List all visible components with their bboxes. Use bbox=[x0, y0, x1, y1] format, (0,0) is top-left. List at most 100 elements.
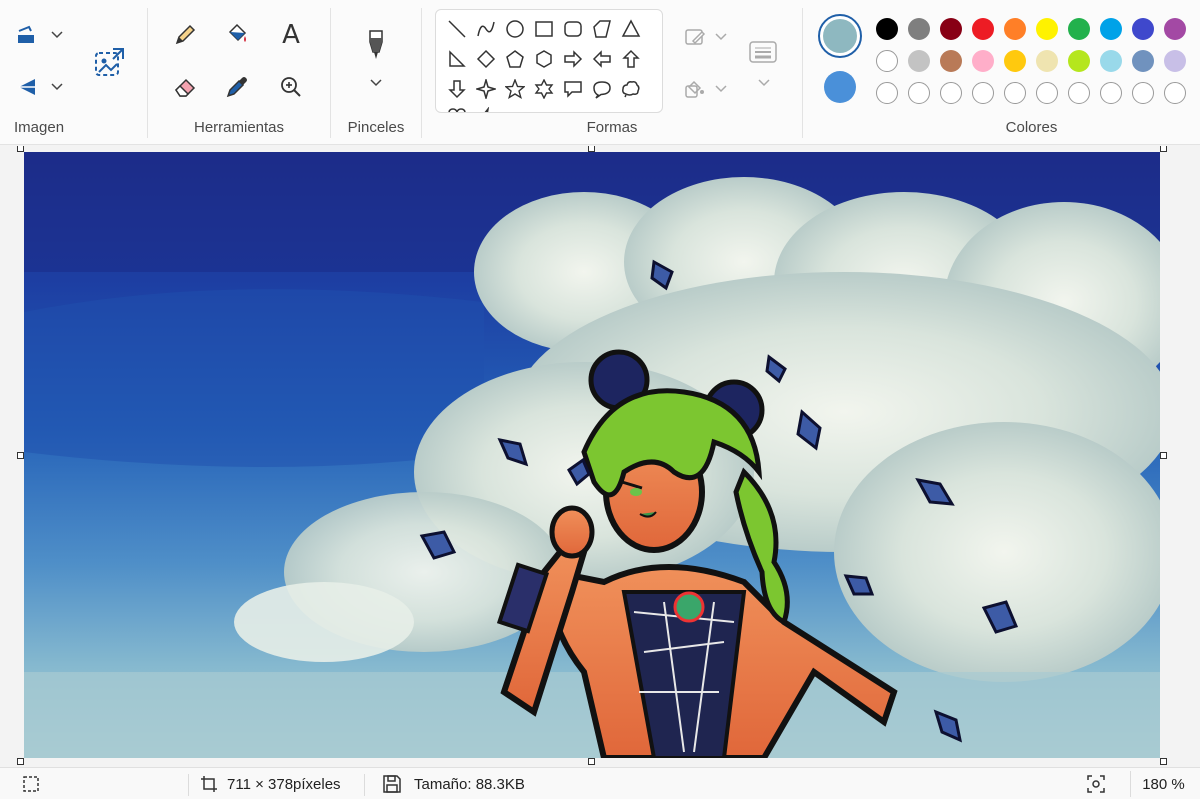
color-swatch-r3-8[interactable] bbox=[1132, 82, 1154, 104]
oval-shape-button[interactable] bbox=[502, 16, 528, 42]
resize-handle-left[interactable] bbox=[17, 452, 24, 459]
select-dropdown-chevron[interactable] bbox=[50, 28, 64, 42]
left-arrow-shape-button[interactable] bbox=[589, 46, 615, 72]
rotate-dropdown-chevron[interactable] bbox=[50, 80, 64, 94]
right-arrow-shape-button[interactable] bbox=[560, 46, 586, 72]
resize-handle-bottom[interactable] bbox=[588, 758, 595, 765]
curve-shape-button[interactable] bbox=[473, 16, 499, 42]
polygon-shape-button[interactable] bbox=[589, 16, 615, 42]
stroke-size-button[interactable] bbox=[746, 36, 780, 70]
four-point-star-shape-button[interactable] bbox=[473, 76, 499, 102]
color-swatch-r1-1[interactable] bbox=[908, 18, 930, 40]
color-swatch-r1-4[interactable] bbox=[1004, 18, 1026, 40]
rounded-rectangle-shape-button[interactable] bbox=[560, 16, 586, 42]
brushes-dropdown-chevron[interactable] bbox=[369, 76, 383, 90]
text-tool-button[interactable]: A bbox=[274, 18, 308, 52]
pencil-tool-button[interactable] bbox=[168, 18, 202, 52]
resize-handle-top[interactable] bbox=[588, 146, 595, 152]
lightning-shape-button[interactable] bbox=[473, 104, 499, 112]
color-swatch-r2-0[interactable] bbox=[876, 50, 898, 72]
color-swatch-r1-3[interactable] bbox=[972, 18, 994, 40]
five-point-star-shape-button[interactable] bbox=[502, 76, 528, 102]
color-swatch-r2-5[interactable] bbox=[1036, 50, 1058, 72]
fit-to-window-button[interactable] bbox=[1086, 768, 1106, 799]
chevron-down-icon bbox=[51, 31, 63, 39]
cloud-callout-shape-button[interactable] bbox=[618, 76, 644, 102]
eyedropper-icon bbox=[226, 77, 247, 98]
color-swatch-r1-2[interactable] bbox=[940, 18, 962, 40]
callout-cloud-icon bbox=[622, 81, 640, 98]
stroke-size-dropdown-chevron[interactable] bbox=[757, 76, 771, 90]
star-six-icon bbox=[534, 79, 554, 99]
color-swatch-r2-3[interactable] bbox=[972, 50, 994, 72]
color-swatch-r2-8[interactable] bbox=[1132, 50, 1154, 72]
heart-shape-button[interactable] bbox=[444, 104, 470, 112]
fill-dropdown-chevron[interactable] bbox=[714, 82, 728, 96]
chevron-down-icon bbox=[715, 33, 727, 41]
zoom-level-dropdown[interactable]: 180 % bbox=[1130, 771, 1196, 797]
brush-icon bbox=[369, 30, 383, 59]
color-swatch-r3-4[interactable] bbox=[1004, 82, 1026, 104]
color-swatch-r2-4[interactable] bbox=[1004, 50, 1026, 72]
resize-handle-right[interactable] bbox=[1160, 452, 1167, 459]
chevron-down-icon bbox=[370, 79, 382, 87]
color-swatch-r3-9[interactable] bbox=[1164, 82, 1186, 104]
triangle-shape-button[interactable] bbox=[618, 16, 644, 42]
resize-handle-bottom-left[interactable] bbox=[17, 758, 24, 765]
hexagon-shape-button[interactable] bbox=[531, 46, 557, 72]
drawing-canvas[interactable] bbox=[24, 152, 1160, 758]
color-swatch-r1-9[interactable] bbox=[1164, 18, 1186, 40]
rectangle-shape-button[interactable] bbox=[531, 16, 557, 42]
magnifier-tool-button[interactable] bbox=[274, 70, 308, 104]
brushes-button[interactable] bbox=[359, 28, 393, 62]
diamond-shape-button[interactable] bbox=[473, 46, 499, 72]
resize-handle-top-right[interactable] bbox=[1160, 146, 1167, 152]
shape-fill-button[interactable] bbox=[678, 72, 712, 106]
fill-tool-button[interactable] bbox=[220, 18, 254, 52]
rectangle-icon bbox=[535, 21, 553, 37]
color-swatch-r1-6[interactable] bbox=[1068, 18, 1090, 40]
color-swatch-r1-7[interactable] bbox=[1100, 18, 1122, 40]
color-swatch-r1-0[interactable] bbox=[876, 18, 898, 40]
color-swatch-r2-9[interactable] bbox=[1164, 50, 1186, 72]
color-swatch-r1-8[interactable] bbox=[1132, 18, 1154, 40]
color-swatch-r3-3[interactable] bbox=[972, 82, 994, 104]
status-bar: 711 × 378píxeles Tamaño: 88.3KB 180 % bbox=[0, 767, 1200, 799]
primary-color-swatch bbox=[823, 19, 857, 53]
resize-handle-top-left[interactable] bbox=[17, 146, 24, 152]
rotate-tool-button[interactable] bbox=[10, 70, 44, 104]
select-tool-button[interactable] bbox=[10, 18, 44, 52]
right-triangle-shape-button[interactable] bbox=[444, 46, 470, 72]
oval-callout-shape-button[interactable] bbox=[589, 76, 615, 102]
color-picker-tool-button[interactable] bbox=[220, 70, 254, 104]
color-swatch-r2-7[interactable] bbox=[1100, 50, 1122, 72]
color-swatch-r2-1[interactable] bbox=[908, 50, 930, 72]
down-arrow-shape-button[interactable] bbox=[444, 76, 470, 102]
secondary-color-button[interactable] bbox=[824, 71, 856, 103]
status-separator bbox=[188, 774, 189, 796]
color-swatch-r1-5[interactable] bbox=[1036, 18, 1058, 40]
color-swatch-r3-1[interactable] bbox=[908, 82, 930, 104]
color-swatch-r3-0[interactable] bbox=[876, 82, 898, 104]
color-swatch-r2-6[interactable] bbox=[1068, 50, 1090, 72]
primary-color-button[interactable] bbox=[818, 14, 862, 58]
rect-callout-shape-button[interactable] bbox=[560, 76, 586, 102]
tools-group: A Herramientas bbox=[148, 0, 330, 145]
chevron-down-icon bbox=[715, 85, 727, 93]
color-swatch-r2-2[interactable] bbox=[940, 50, 962, 72]
color-swatch-r3-2[interactable] bbox=[940, 82, 962, 104]
eraser-tool-button[interactable] bbox=[168, 70, 202, 104]
outline-dropdown-chevron[interactable] bbox=[714, 30, 728, 44]
pentagon-shape-button[interactable] bbox=[502, 46, 528, 72]
hexagon-icon bbox=[536, 50, 552, 68]
color-swatch-r3-6[interactable] bbox=[1068, 82, 1090, 104]
resize-image-button[interactable] bbox=[90, 42, 130, 82]
up-arrow-shape-button[interactable] bbox=[618, 46, 644, 72]
shape-outline-button[interactable] bbox=[678, 20, 712, 54]
resize-handle-bottom-right[interactable] bbox=[1160, 758, 1167, 765]
oval-icon bbox=[506, 20, 524, 38]
six-point-star-shape-button[interactable] bbox=[531, 76, 557, 102]
color-swatch-r3-5[interactable] bbox=[1036, 82, 1058, 104]
color-swatch-r3-7[interactable] bbox=[1100, 82, 1122, 104]
line-shape-button[interactable] bbox=[444, 16, 470, 42]
